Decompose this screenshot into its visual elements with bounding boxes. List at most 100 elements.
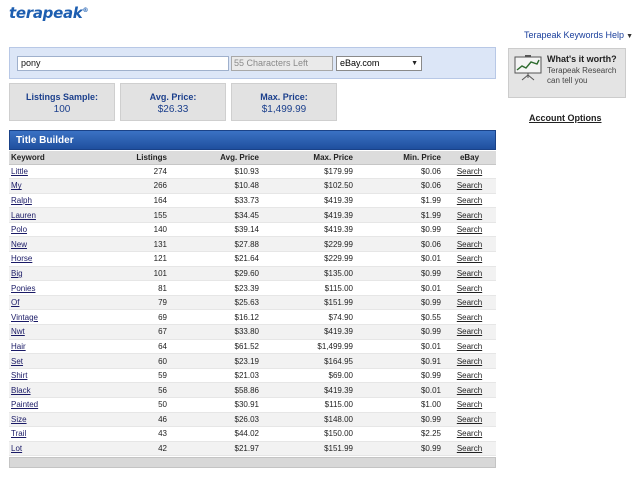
table-row: My 266 $10.48 $102.50 $0.06 Search — [9, 178, 496, 194]
table-footer — [9, 457, 496, 468]
keyword-link[interactable]: My — [9, 178, 101, 194]
max-price-cell: $164.95 — [261, 353, 355, 369]
max-price-value: $1,499.99 — [261, 104, 307, 115]
ebay-search-link[interactable]: Search — [443, 164, 496, 180]
account-options-link[interactable]: Account Options — [529, 113, 602, 123]
ebay-search-link[interactable]: Search — [443, 382, 496, 398]
min-price-cell: $0.01 — [355, 280, 443, 296]
table-header-row: Keyword Listings Avg. Price Max. Price M… — [9, 151, 496, 165]
keyword-link[interactable]: Of — [9, 295, 101, 311]
avg-price-cell: $33.73 — [169, 193, 261, 209]
ebay-search-link[interactable]: Search — [443, 441, 496, 457]
min-price-cell: $0.99 — [355, 295, 443, 311]
avg-price-cell: $44.02 — [169, 426, 261, 442]
max-price-label: Max. Price: — [260, 92, 308, 102]
avg-price-cell: $21.64 — [169, 251, 261, 267]
listings-cell: 101 — [101, 266, 169, 282]
column-header-min-price[interactable]: Min. Price — [355, 151, 443, 165]
keyword-link[interactable]: Lauren — [9, 207, 101, 223]
max-price-cell: $151.99 — [261, 295, 355, 311]
min-price-cell: $0.99 — [355, 266, 443, 282]
table-row: Shirt 59 $21.03 $69.00 $0.99 Search — [9, 368, 496, 384]
keyword-link[interactable]: Hair — [9, 339, 101, 355]
min-price-cell: $1.00 — [355, 397, 443, 413]
avg-price-cell: $39.14 — [169, 222, 261, 238]
max-price-cell: $419.39 — [261, 222, 355, 238]
table-row: Painted 50 $30.91 $115.00 $1.00 Search — [9, 397, 496, 413]
max-price-cell: $135.00 — [261, 266, 355, 282]
keyword-link[interactable]: Trail — [9, 426, 101, 442]
table-row: Trail 43 $44.02 $150.00 $2.25 Search — [9, 426, 496, 442]
listings-cell: 42 — [101, 441, 169, 457]
keyword-link[interactable]: Polo — [9, 222, 101, 238]
listings-cell: 79 — [101, 295, 169, 311]
column-header-max-price[interactable]: Max. Price — [261, 151, 355, 165]
min-price-cell: $1.99 — [355, 193, 443, 209]
min-price-cell: $0.01 — [355, 251, 443, 267]
column-header-listings[interactable]: Listings — [101, 151, 169, 165]
max-price-cell: $419.39 — [261, 382, 355, 398]
listings-cell: 46 — [101, 412, 169, 428]
table-row: Size 46 $26.03 $148.00 $0.99 Search — [9, 412, 496, 428]
ebay-search-link[interactable]: Search — [443, 280, 496, 296]
keyword-link[interactable]: New — [9, 236, 101, 253]
table-row: Vintage 69 $16.12 $74.90 $0.55 Search — [9, 309, 496, 326]
ebay-search-link[interactable]: Search — [443, 324, 496, 340]
ebay-search-link[interactable]: Search — [443, 222, 496, 238]
ebay-search-link[interactable]: Search — [443, 178, 496, 194]
max-price-cell: $69.00 — [261, 368, 355, 384]
keyword-link[interactable]: Big — [9, 266, 101, 282]
table-row: New 131 $27.88 $229.99 $0.06 Search — [9, 236, 496, 253]
ebay-search-link[interactable]: Search — [443, 236, 496, 253]
ebay-search-link[interactable]: Search — [443, 295, 496, 311]
avg-price-cell: $30.91 — [169, 397, 261, 413]
chevron-down-icon: ▼ — [411, 60, 418, 67]
keyword-link[interactable]: Set — [9, 353, 101, 369]
keyword-link[interactable]: Lot — [9, 441, 101, 457]
min-price-cell: $0.06 — [355, 178, 443, 194]
ebay-search-link[interactable]: Search — [443, 193, 496, 209]
avg-price-cell: $34.45 — [169, 207, 261, 223]
whats-it-worth-promo[interactable]: What's it worth? Terapeak Research can t… — [508, 48, 626, 98]
avg-price-value: $26.33 — [157, 104, 189, 115]
avg-price-cell: $10.48 — [169, 178, 261, 194]
ebay-search-link[interactable]: Search — [443, 426, 496, 442]
ebay-search-link[interactable]: Search — [443, 412, 496, 428]
keyword-link[interactable]: Painted — [9, 397, 101, 413]
title-builder-table: Keyword Listings Avg. Price Max. Price M… — [9, 151, 496, 457]
min-price-cell: $0.01 — [355, 339, 443, 355]
ebay-search-link[interactable]: Search — [443, 339, 496, 355]
ebay-search-link[interactable]: Search — [443, 397, 496, 413]
min-price-cell: $0.99 — [355, 412, 443, 428]
keyword-input[interactable]: pony — [17, 56, 229, 71]
max-price-box: Max. Price: $1,499.99 — [231, 83, 337, 121]
listings-cell: 43 — [101, 426, 169, 442]
keyword-link[interactable]: Nwt — [9, 324, 101, 340]
ebay-search-link[interactable]: Search — [443, 207, 496, 223]
max-price-cell: $148.00 — [261, 412, 355, 428]
keyword-link[interactable]: Size — [9, 412, 101, 428]
column-header-avg-price[interactable]: Avg. Price — [169, 151, 261, 165]
keywords-help-link[interactable]: Terapeak Keywords Help ▼ — [524, 30, 633, 40]
ebay-search-link[interactable]: Search — [443, 309, 496, 326]
ebay-search-link[interactable]: Search — [443, 251, 496, 267]
keyword-link[interactable]: Horse — [9, 251, 101, 267]
table-row: Lot 42 $21.97 $151.99 $0.99 Search — [9, 441, 496, 457]
ebay-search-link[interactable]: Search — [443, 353, 496, 369]
max-price-cell: $115.00 — [261, 397, 355, 413]
keyword-link[interactable]: Shirt — [9, 368, 101, 384]
keyword-link[interactable]: Vintage — [9, 309, 101, 326]
column-header-keyword[interactable]: Keyword — [9, 151, 101, 165]
keyword-link[interactable]: Black — [9, 382, 101, 398]
site-select[interactable]: eBay.com ▼ — [336, 56, 422, 71]
keyword-link[interactable]: Ponies — [9, 280, 101, 296]
keyword-link[interactable]: Little — [9, 164, 101, 180]
ebay-search-link[interactable]: Search — [443, 368, 496, 384]
keyword-link[interactable]: Ralph — [9, 193, 101, 209]
ebay-search-link[interactable]: Search — [443, 266, 496, 282]
min-price-cell: $0.99 — [355, 222, 443, 238]
table-row: Polo 140 $39.14 $419.39 $0.99 Search — [9, 222, 496, 238]
listings-cell: 266 — [101, 178, 169, 194]
avg-price-cell: $27.88 — [169, 236, 261, 253]
table-row: Big 101 $29.60 $135.00 $0.99 Search — [9, 266, 496, 282]
